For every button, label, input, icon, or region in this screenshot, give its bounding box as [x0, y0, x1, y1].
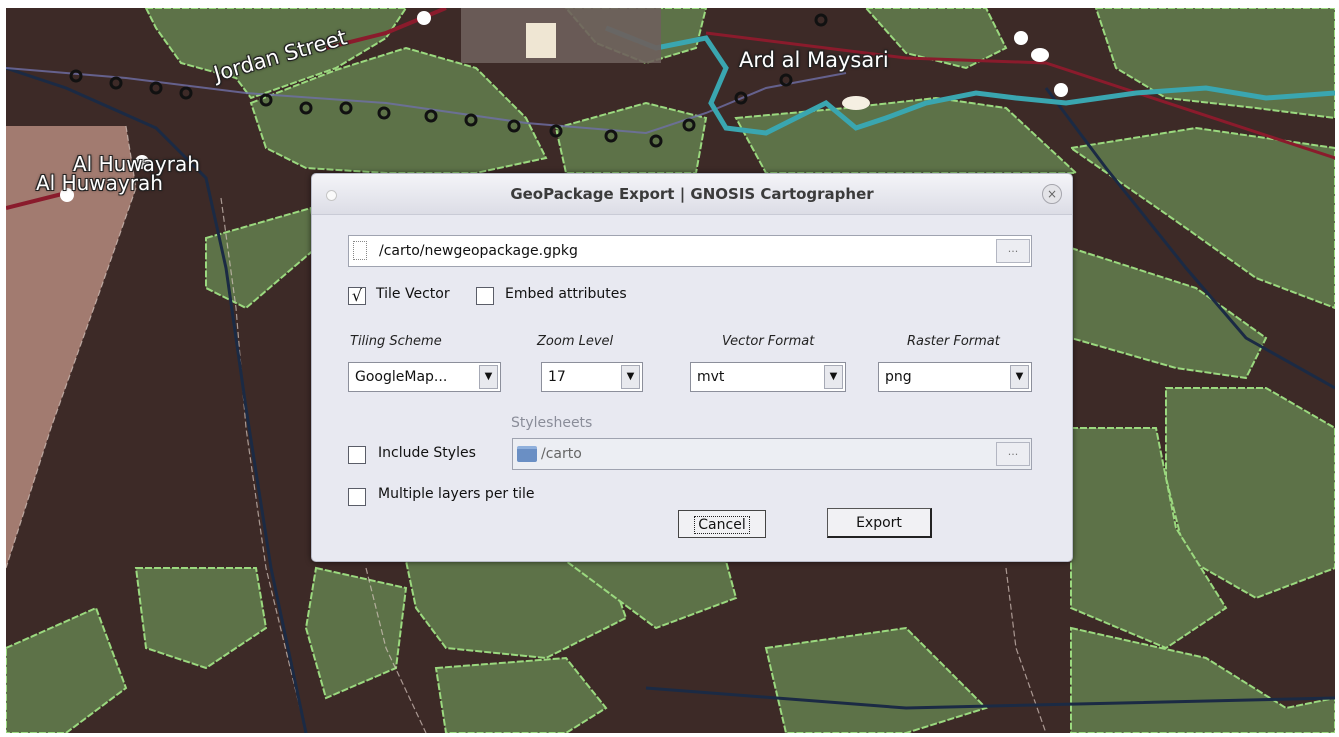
- chevron-down-icon[interactable]: ▼: [479, 365, 498, 389]
- chevron-down-icon[interactable]: ▼: [621, 365, 640, 389]
- tile-vector-checkbox[interactable]: √: [348, 287, 366, 305]
- embed-attributes-checkbox[interactable]: [476, 287, 494, 305]
- browse-stylesheets-button[interactable]: ...: [996, 442, 1030, 466]
- stylesheets-label: Stylesheets: [511, 415, 593, 431]
- tiling-scheme-value: GoogleMap...: [355, 369, 448, 385]
- file-icon: [353, 241, 367, 260]
- geopackage-export-dialog: GeoPackage Export | GNOSIS Cartographer …: [311, 173, 1073, 562]
- embed-attributes-label: Embed attributes: [505, 286, 627, 302]
- zoom-level-value: 17: [548, 369, 566, 385]
- include-styles-label: Include Styles: [378, 445, 476, 461]
- zoom-level-label: Zoom Level: [537, 334, 614, 349]
- tile-vector-label: Tile Vector: [376, 286, 450, 302]
- map-label-ard-al-maysari: Ard al Maysari: [739, 48, 889, 72]
- output-path-field[interactable]: /carto/newgeopackage.gpkg ...: [348, 235, 1032, 267]
- stylesheets-path-value: /carto: [541, 446, 582, 462]
- vector-format-value: mvt: [697, 369, 725, 385]
- raster-format-select[interactable]: png ▼: [878, 362, 1032, 392]
- map-label-al-huwayrah-2: Al Huwayrah: [36, 171, 163, 195]
- export-button[interactable]: Export: [827, 508, 932, 538]
- raster-format-value: png: [885, 369, 912, 385]
- tiling-scheme-select[interactable]: GoogleMap... ▼: [348, 362, 501, 392]
- stylesheets-path-field[interactable]: /carto ...: [512, 438, 1032, 470]
- dialog-titlebar[interactable]: GeoPackage Export | GNOSIS Cartographer …: [312, 174, 1072, 215]
- browse-output-button[interactable]: ...: [996, 239, 1030, 263]
- multiple-layers-label: Multiple layers per tile: [378, 486, 535, 502]
- tiling-scheme-label: Tiling Scheme: [350, 334, 442, 349]
- vector-format-select[interactable]: mvt ▼: [690, 362, 846, 392]
- vector-format-label: Vector Format: [722, 334, 815, 349]
- chevron-down-icon[interactable]: ▼: [1010, 365, 1029, 389]
- close-icon[interactable]: ×: [1042, 184, 1062, 204]
- cancel-button-label: Cancel: [694, 516, 750, 534]
- raster-format-label: Raster Format: [907, 334, 1000, 349]
- chevron-down-icon[interactable]: ▼: [824, 365, 843, 389]
- output-path-value: /carto/newgeopackage.gpkg: [379, 243, 578, 259]
- cancel-button[interactable]: Cancel: [678, 510, 766, 538]
- multiple-layers-checkbox[interactable]: [348, 488, 366, 506]
- zoom-level-select[interactable]: 17 ▼: [541, 362, 643, 392]
- dialog-title: GeoPackage Export | GNOSIS Cartographer: [510, 185, 874, 203]
- folder-icon: [517, 446, 537, 462]
- include-styles-checkbox[interactable]: [348, 446, 366, 464]
